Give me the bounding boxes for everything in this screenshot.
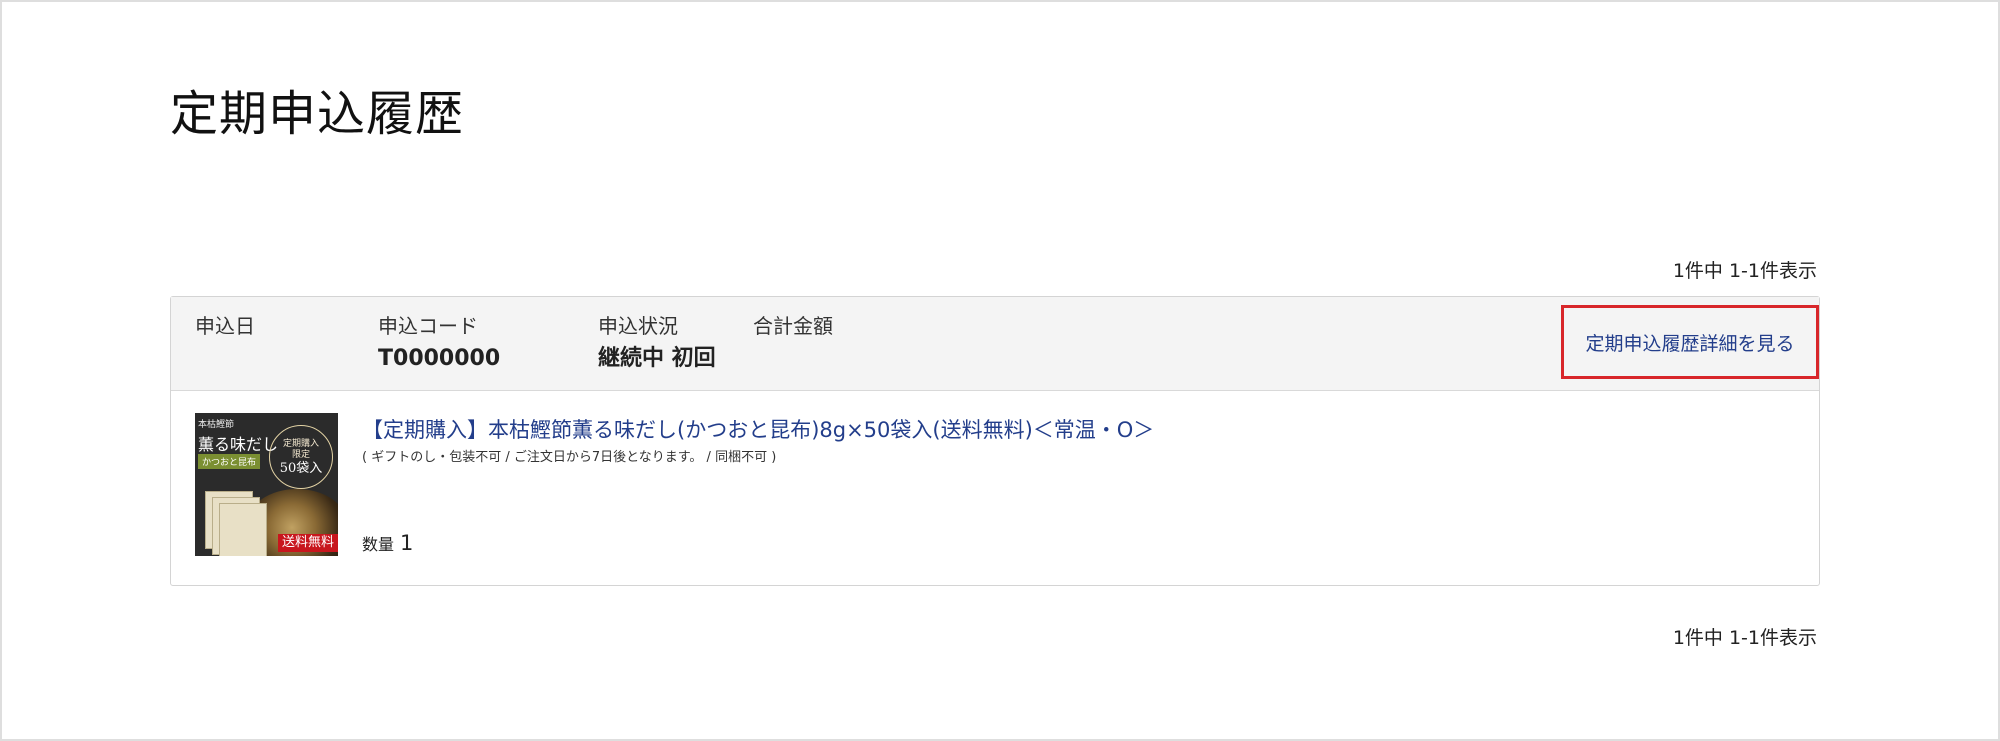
quantity: 数量 1	[362, 531, 413, 555]
order-code-field: 申込コード T0000000	[378, 311, 500, 377]
quantity-value: 1	[400, 531, 414, 555]
order-date-label: 申込日	[195, 314, 255, 338]
thumbnail-badge: 定期購入 限定 50袋入	[269, 425, 333, 489]
free-shipping-ribbon: 送料無料	[277, 534, 338, 552]
badge-line-2: 限定	[291, 449, 310, 460]
subscription-history-card: 申込日 申込コード T0000000 申込状況 継続中 初回 合計金額 定期申込…	[170, 296, 1820, 586]
order-date-field: 申込日	[195, 311, 255, 341]
order-status-value: 継続中 初回	[598, 346, 716, 371]
badge-line-1: 定期購入	[282, 438, 319, 449]
page-title: 定期申込履歴	[170, 86, 465, 142]
order-total-label: 合計金額	[753, 314, 833, 338]
thumbnail-name: 薫る味だし	[198, 435, 279, 454]
view-detail-link[interactable]: 定期申込履歴詳細を見る	[1561, 305, 1819, 379]
quantity-label: 数量	[362, 535, 395, 554]
thumbnail-brand: 本枯鰹節	[198, 420, 235, 430]
order-status-label: 申込状況	[598, 314, 678, 338]
order-code-label: 申込コード	[378, 314, 478, 338]
page: 定期申込履歴 1件中 1-1件表示 申込日 申込コード T0000000 申込状…	[0, 0, 2000, 741]
packet-image	[219, 503, 267, 556]
order-total-field: 合計金額	[753, 311, 833, 341]
order-code-value: T0000000	[378, 346, 501, 371]
card-header: 申込日 申込コード T0000000 申込状況 継続中 初回 合計金額 定期申込…	[171, 297, 1819, 391]
badge-line-3: 50袋入	[279, 460, 323, 476]
result-count-bottom: 1件中 1-1件表示	[1672, 627, 1817, 649]
order-status-field: 申込状況 継続中 初回	[598, 311, 716, 377]
product-name-link[interactable]: 【定期購入】本枯鰹節薫る味だし(かつおと昆布)8g×50袋入(送料無料)＜常温・…	[362, 415, 1154, 445]
product-thumbnail[interactable]: 本枯鰹節 薫る味だし かつおと昆布 定期購入 限定 50袋入 送料無料	[195, 413, 338, 556]
thumbnail-sub: かつおと昆布	[198, 454, 261, 469]
result-count-top: 1件中 1-1件表示	[1672, 260, 1817, 282]
product-note: ( ギフトのし・包装不可 / ご注文日から7日後となります。 / 同梱不可 )	[362, 450, 777, 465]
